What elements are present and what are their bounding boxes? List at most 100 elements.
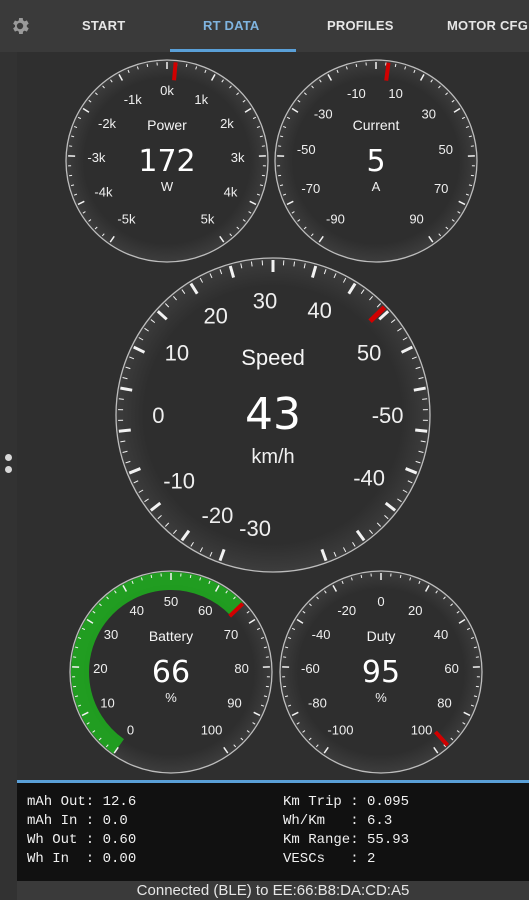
battery-tick-label: 0: [127, 723, 134, 738]
power-title: Power: [147, 117, 187, 133]
current-needle: [384, 62, 391, 81]
speed-tick-label: 30: [253, 289, 277, 314]
speed-unit: km/h: [251, 446, 294, 468]
battery-title: Battery: [149, 628, 193, 644]
stat-km-trip: Km Trip : 0.095: [283, 794, 410, 810]
stat-km-range: Km Range: 55.93: [283, 832, 410, 848]
power-tick-label: 0k: [160, 83, 174, 98]
current-tick: [394, 63, 397, 68]
duty-tick-label: -60: [301, 661, 320, 676]
power-tick-label: -4k: [94, 185, 113, 200]
speed-tick: [422, 398, 428, 400]
gauge-canvas: -5k-4k-3k-2k-1k0k1k2k3k4k5kPower172W-90-…: [65, 59, 483, 774]
battery-tick: [150, 574, 153, 579]
power-tick-label: -1k: [124, 92, 143, 107]
speed-tick: [415, 428, 428, 433]
power-unit: W: [161, 179, 174, 194]
battery-tick-label: 20: [93, 661, 107, 676]
duty-tick-label: 20: [408, 603, 422, 618]
battery-tick-label: 80: [234, 661, 248, 676]
speed-gauge: -30-20 -10 0 10 20 30 40 50 -50 -40 Speed 43 km/h: [115, 257, 431, 573]
power-needle: [172, 62, 178, 81]
duty-tick-label: 0: [377, 594, 384, 609]
current-tick-label: 90: [409, 212, 423, 227]
duty-tick-label: 100: [411, 723, 433, 738]
battery-tick-label: 50: [164, 594, 178, 609]
duty-tick-label: 60: [444, 661, 458, 676]
current-tick-label: 50: [439, 142, 453, 157]
battery-tick-label: 10: [100, 696, 114, 711]
duty-title: Duty: [367, 628, 396, 644]
speed-tick: [293, 261, 296, 267]
battery-tick-label: 70: [224, 627, 238, 642]
battery-tick-label: 90: [227, 696, 241, 711]
duty-value: 95: [362, 655, 400, 690]
current-tick-label: 10: [388, 86, 402, 101]
current-value: 5: [366, 144, 385, 179]
power-gauge: -5k -4k -3k -2k -1k 0k 1k 2k 3k 4k 5k Power 172W: [65, 59, 269, 263]
power-tick-label: -2k: [98, 116, 117, 131]
speed-tick-label: 40: [307, 298, 331, 323]
stat-mah-in: mAh In : 0.0: [27, 813, 128, 829]
current-tick: [355, 63, 358, 68]
stat-wh-out: Wh Out : 0.60: [27, 832, 137, 848]
speed-tick-label: 0: [152, 403, 164, 428]
power-tick-label: 1k: [194, 92, 208, 107]
power-tick-label: 3k: [231, 150, 245, 165]
power-tick-label: 4k: [224, 185, 238, 200]
speed-tick-label: -30: [239, 516, 271, 541]
current-title: Current: [353, 117, 400, 133]
duty-gauge: -100-80 -60 -40 -20 0 20 40 60 80 100 Duty 95%: [279, 570, 483, 774]
speed-title: Speed: [241, 345, 305, 370]
speed-tick-label: -10: [163, 469, 195, 494]
current-tick-label: -70: [301, 181, 320, 196]
speed-tick: [120, 386, 133, 392]
battery-tick: [189, 574, 192, 579]
speed-tick-label: -40: [353, 465, 385, 490]
battery-gauge: 0 10 20 30 40 50 60 70 80 90 100 Battery 66%: [69, 570, 273, 774]
duty-tick: [360, 574, 363, 579]
battery-tick-label: 40: [129, 603, 143, 618]
current-gauge: -90 -70 -50 -30 -10 10 30 50 70 90 Current 5A: [274, 59, 478, 263]
current-tick-label: -30: [314, 107, 333, 122]
speed-tick: [118, 398, 124, 400]
duty-tick: [399, 574, 402, 579]
battery-unit: %: [165, 690, 177, 705]
duty-tick-label: -80: [308, 696, 327, 711]
stat-mah-out: mAh Out: 12.6: [27, 794, 137, 810]
duty-tick-label: -20: [337, 603, 356, 618]
battery-tick-label: 100: [201, 723, 223, 738]
duty-unit: %: [375, 690, 387, 705]
power-tick: [146, 63, 149, 68]
speed-tick-label: 50: [357, 340, 381, 365]
stat-wh-per-km: Wh/Km : 6.3: [283, 813, 393, 829]
stat-wh-in: Wh In : 0.00: [27, 851, 137, 867]
duty-tick-label: 40: [434, 627, 448, 642]
current-tick-label: 30: [422, 107, 436, 122]
current-tick-label: 70: [434, 181, 448, 196]
stat-vescs: VESCs : 2: [283, 851, 376, 867]
power-tick: [185, 63, 188, 68]
battery-tick-label: 60: [198, 603, 212, 618]
battery-value: 66: [152, 655, 190, 690]
power-tick-label: 5k: [201, 212, 215, 227]
speed-tick: [250, 261, 253, 267]
speed-tick-label: -50: [372, 403, 404, 428]
duty-tick-label: -100: [327, 723, 353, 738]
speed-tick-label: 10: [165, 340, 189, 365]
speed-value: 43: [245, 389, 301, 440]
power-tick-label: -5k: [117, 212, 136, 227]
current-tick-label: -90: [326, 212, 345, 227]
duty-tick-label: 80: [437, 696, 451, 711]
current-tick-label: -50: [297, 142, 316, 157]
connection-status: Connected (BLE) to EE:66:B8:DA:CD:A5: [17, 881, 529, 900]
stats-right-column: Km Trip : 0.095 Wh/Km : 6.3 Km Range: 55…: [283, 793, 409, 869]
speed-tick: [413, 386, 426, 392]
current-unit: A: [372, 179, 381, 194]
speed-tick-label: -20: [202, 503, 234, 528]
power-value: 172: [138, 144, 195, 179]
speed-tick: [118, 428, 131, 433]
power-tick-label: 2k: [220, 116, 234, 131]
battery-tick-label: 30: [104, 627, 118, 642]
stats-left-column: mAh Out: 12.6 mAh In : 0.0 Wh Out : 0.60…: [27, 793, 136, 869]
